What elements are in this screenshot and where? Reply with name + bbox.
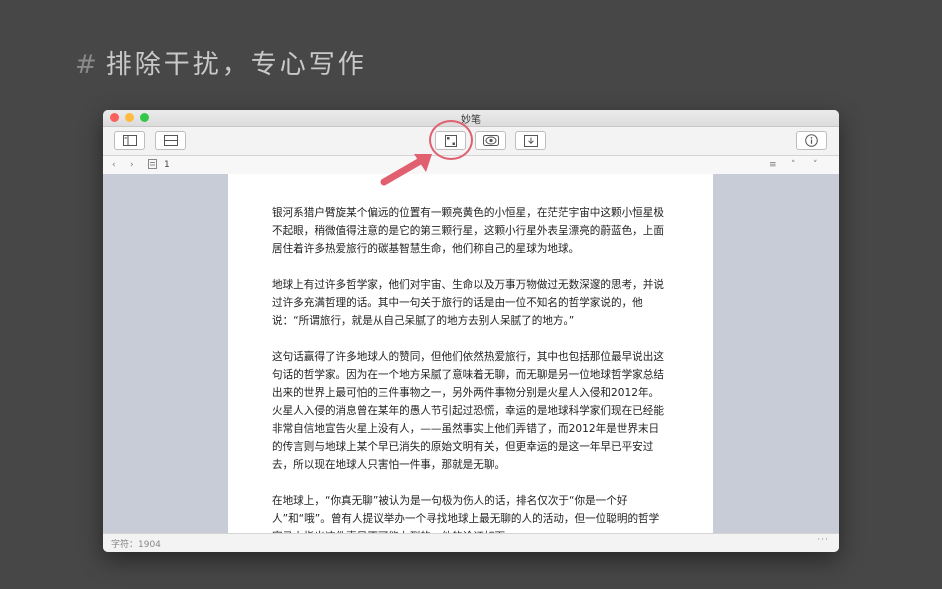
export-button[interactable] [515,131,546,150]
headline-text: 排除干扰，专心写作 [105,50,367,80]
headline-hash: # [75,50,100,80]
page-number: 1 [164,160,170,170]
document-page[interactable]: 银河系猎户臂旋某个偏远的位置有一颗亮黄色的小恒星，在茫茫宇宙中这颗小恒星极不起眼… [228,174,713,534]
status-bar: 字符：1904 ··· [103,533,839,552]
document-icon [148,159,157,173]
forward-chevron-icon[interactable]: › [130,159,134,171]
sidebar-icon [122,135,137,146]
headline: # 排除干扰，专心写作 [75,44,367,81]
eye-icon [482,135,499,146]
paragraph[interactable]: 银河系猎户臂旋某个偏远的位置有一颗亮黄色的小恒星，在茫茫宇宙中这颗小恒星极不起眼… [272,204,669,258]
paragraph[interactable]: 地球上有过许多哲学家，他们对宇宙、生命以及万事万物做过无数深邃的思考，并说过许多… [272,276,669,330]
pointer-arrow-icon [380,154,432,186]
paragraph[interactable]: 在地球上，“你真无聊”被认为是一句极为伤人的话，排名仅次于“你是一个好人”和“哦… [272,492,669,534]
character-count: 字符：1904 [111,540,161,550]
chevron-down-icon[interactable]: ˅ [813,159,818,171]
more-icon[interactable]: ··· [817,535,829,545]
document-text[interactable]: 银河系猎户臂旋某个偏远的位置有一颗亮黄色的小恒星，在茫茫宇宙中这颗小恒星极不起眼… [228,174,713,534]
app-window: 妙笔 ‹ › 1 ≡ ˄ ˅ 银河系猎户臂旋某个偏远的位置有一颗亮黄色的小恒星，… [103,110,839,552]
list-icon[interactable]: ≡ [769,159,777,171]
paragraph[interactable]: 这句话赢得了许多地球人的赞同，但他们依然热爱旅行，其中也包括那位最早说出这句话的… [272,348,669,474]
info-icon [805,134,818,147]
window-title: 妙笔 [461,115,481,126]
layout-icon [163,135,178,146]
sidebar-toggle-button[interactable] [114,131,145,150]
info-button[interactable] [796,131,827,150]
editor-area: 银河系猎户臂旋某个偏远的位置有一颗亮黄色的小恒星，在茫茫宇宙中这颗小恒星极不起眼… [103,174,839,534]
back-chevron-icon[interactable]: ‹ [112,159,116,171]
title-bar: 妙笔 [103,110,839,127]
navigation-bar: ‹ › 1 ≡ ˄ ˅ [103,156,839,175]
download-icon [523,134,538,147]
layout-button[interactable] [155,131,186,150]
chevron-up-icon[interactable]: ˄ [791,159,796,171]
preview-button[interactable] [475,131,506,150]
